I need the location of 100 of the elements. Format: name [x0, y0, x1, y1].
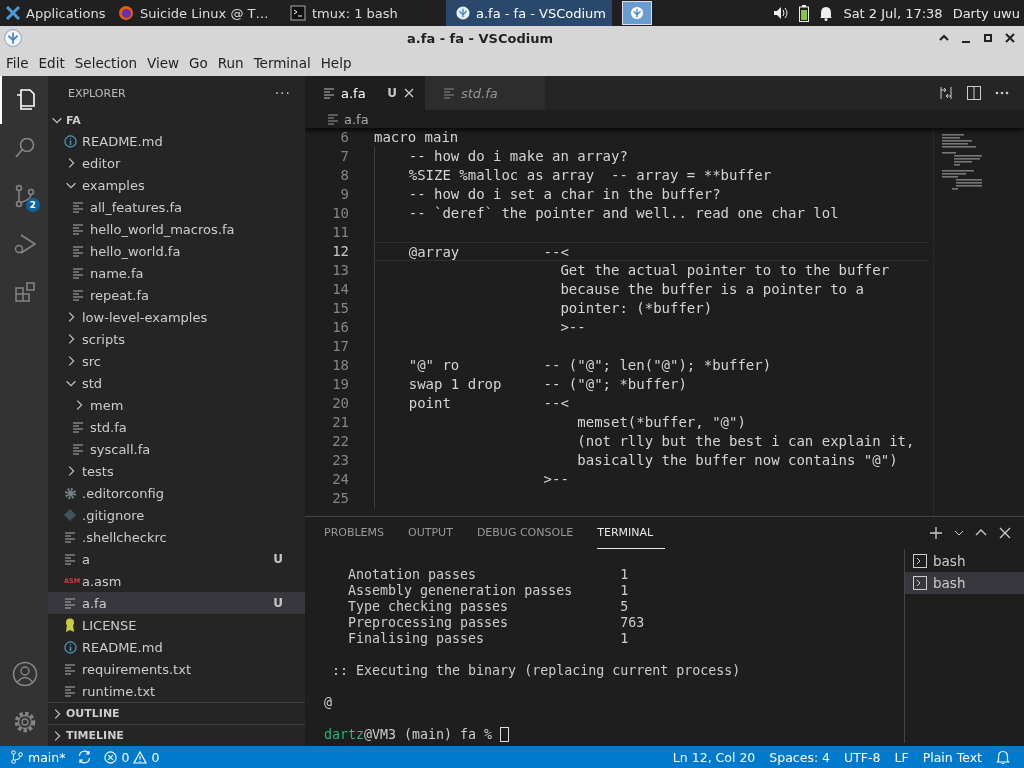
- section-header[interactable]: OUTLINE: [48, 702, 305, 724]
- sync-icon: [77, 750, 93, 764]
- menu-item[interactable]: Edit: [33, 50, 70, 76]
- tree-item[interactable]: a.fa U: [48, 592, 305, 614]
- file-lines-icon: [64, 531, 76, 543]
- maximize-icon[interactable]: [982, 32, 994, 44]
- line-number: 25: [331, 489, 349, 508]
- cursor: [500, 727, 510, 742]
- line-number: 23: [331, 451, 349, 470]
- editor-tab[interactable]: a.fa U: [305, 76, 425, 110]
- tree-item[interactable]: syscall.fa: [48, 438, 305, 460]
- panel-tab[interactable]: TERMINAL: [597, 517, 666, 549]
- tree-item[interactable]: examples: [48, 174, 305, 196]
- volume-icon[interactable]: [773, 5, 790, 21]
- status-item[interactable]: Spaces: 4: [763, 746, 837, 768]
- taskbar-button[interactable]: Suicide Linux @ T…: [112, 0, 284, 26]
- split-editor-icon[interactable]: [966, 85, 982, 101]
- tree-item[interactable]: name.fa: [48, 262, 305, 284]
- menu-item[interactable]: Run: [212, 50, 249, 76]
- line-number: 18: [331, 356, 349, 375]
- menu-item[interactable]: Go: [184, 50, 213, 76]
- code-line: %SIZE %malloc as array -- array = **buffer: [374, 166, 929, 185]
- terminal-line: Preprocessing passes 763: [347, 615, 646, 631]
- problems-button[interactable]: 0 0: [98, 746, 166, 768]
- tree-item[interactable]: runtime.txt: [48, 680, 305, 702]
- file-lines-icon: [72, 267, 84, 279]
- terminal-instance[interactable]: bash: [905, 572, 1024, 594]
- branch-button[interactable]: main*: [0, 746, 72, 768]
- line-number: 9: [339, 185, 349, 204]
- tree-item[interactable]: all_features.fa: [48, 196, 305, 218]
- tree-item[interactable]: README.md: [48, 636, 305, 658]
- menu-item[interactable]: View: [141, 50, 184, 76]
- compare-icon[interactable]: [938, 85, 954, 101]
- code-line: -- how do i set a char in the buffer?: [374, 185, 929, 204]
- workspace-button[interactable]: [622, 1, 652, 25]
- battery-icon[interactable]: [799, 4, 810, 22]
- tree-item[interactable]: hello_world_macros.fa: [48, 218, 305, 240]
- activity-button[interactable]: 2: [0, 172, 48, 220]
- file-lines-icon: [72, 223, 84, 235]
- app-logo-icon: [4, 29, 22, 47]
- breadcrumb[interactable]: a.fa: [305, 110, 1024, 128]
- panel-tab[interactable]: DEBUG CONSOLE: [476, 517, 586, 549]
- taskbar-button[interactable]: tmux: 1 bash: [284, 0, 446, 26]
- terminal-icon: [290, 5, 306, 21]
- taskbar-button[interactable]: Applications: [0, 0, 112, 26]
- status-item[interactable]: UTF-8: [838, 746, 887, 768]
- menu-item[interactable]: Help: [315, 50, 357, 76]
- tree-item[interactable]: tests: [48, 460, 305, 482]
- panel-tab[interactable]: OUTPUT: [408, 517, 465, 549]
- tree-item[interactable]: std.fa: [48, 416, 305, 438]
- menu-item[interactable]: Selection: [69, 50, 142, 76]
- tree-item[interactable]: requirements.txt: [48, 658, 305, 680]
- code-line: macro main: [374, 128, 460, 147]
- tree-item[interactable]: src: [48, 350, 305, 372]
- tree-item[interactable]: low-level-examples: [48, 306, 305, 328]
- file-lines-icon: [72, 201, 84, 213]
- panel-tab[interactable]: PROBLEMS: [324, 517, 397, 549]
- plus-icon[interactable]: [928, 525, 944, 541]
- menu-item[interactable]: File: [0, 50, 34, 76]
- more-actions[interactable]: ···: [274, 85, 291, 101]
- tree-item[interactable]: .shellcheckrc: [48, 526, 305, 548]
- code-line: because the buffer is a pointer to a: [374, 280, 929, 299]
- tree-item[interactable]: mem: [48, 394, 305, 416]
- menu-item[interactable]: Terminal: [248, 50, 316, 76]
- file-lines-icon: [64, 597, 76, 609]
- tree-item[interactable]: editor: [48, 152, 305, 174]
- taskbar-button[interactable]: a.fa - fa - VSCodium: [446, 0, 612, 26]
- tree-item[interactable]: .gitignore: [48, 504, 305, 526]
- tree-item[interactable]: a U: [48, 548, 305, 570]
- count-badge: 2: [26, 198, 40, 212]
- folder-header[interactable]: FA: [48, 110, 305, 130]
- status-item[interactable]: Plain Text: [916, 746, 988, 768]
- code-line: basically the buffer now contains "@"): [374, 451, 929, 470]
- tree-item[interactable]: hello_world.fa: [48, 240, 305, 262]
- code-line: Get the actual pointer to to the buffer: [374, 261, 929, 280]
- bell-icon: [996, 749, 1010, 765]
- status-item[interactable]: LF: [888, 746, 915, 768]
- terminal-instance[interactable]: bash: [905, 550, 1024, 572]
- user-name[interactable]: Darty uwu: [952, 5, 1020, 21]
- editor-tab[interactable]: std.fa: [425, 76, 545, 110]
- window-title: a.fa - fa - VSCodium: [406, 30, 554, 46]
- status-item[interactable]: Ln 12, Col 20: [666, 746, 762, 768]
- info-icon: [64, 640, 77, 654]
- tree-item[interactable]: repeat.fa: [48, 284, 305, 306]
- clock-text[interactable]: Sat 2 Jul, 17:38: [843, 5, 943, 21]
- tree-item[interactable]: std: [48, 372, 305, 394]
- line-number: 14: [331, 280, 349, 299]
- git-status: U: [273, 552, 283, 566]
- tree-item[interactable]: scripts: [48, 328, 305, 350]
- code-line: >--: [374, 318, 929, 337]
- tree-item[interactable]: LICENSE: [48, 614, 305, 636]
- tree-item[interactable]: .editorconfig: [48, 482, 305, 504]
- code-line: >--: [374, 470, 929, 489]
- close-icon[interactable]: [1004, 32, 1016, 44]
- git-status: U: [273, 596, 283, 610]
- line-number: 12: [331, 242, 349, 261]
- ribbon-icon: [64, 618, 76, 632]
- tree-item[interactable]: README.md: [48, 130, 305, 152]
- settings-icon: [12, 709, 38, 735]
- bell-icon[interactable]: [819, 5, 834, 21]
